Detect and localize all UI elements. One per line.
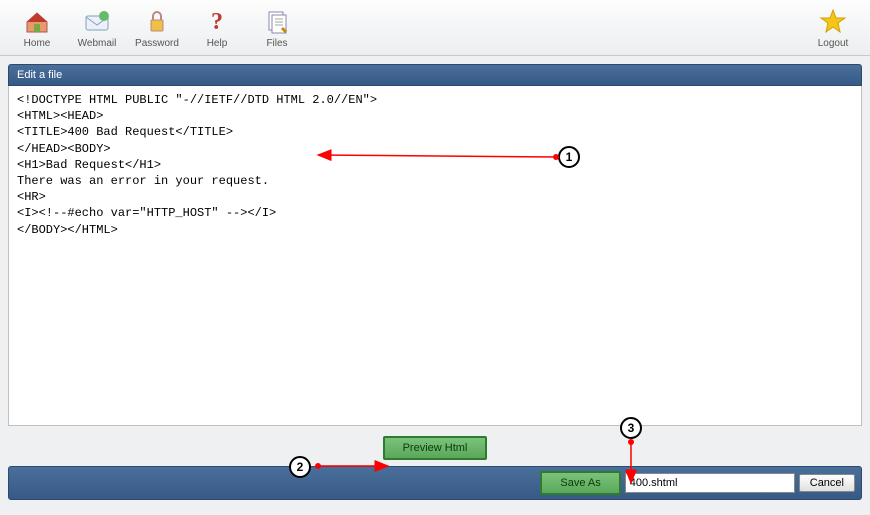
save-as-button[interactable]: Save As: [540, 471, 620, 495]
help-button[interactable]: ? Help: [188, 6, 246, 49]
preview-row: Preview Html: [8, 426, 862, 466]
files-icon: [263, 6, 291, 36]
password-button[interactable]: Password: [128, 6, 186, 49]
main-container: Edit a file Preview Html Save As Cancel: [0, 56, 870, 508]
file-editor-textarea[interactable]: [9, 86, 861, 425]
home-icon: [23, 6, 51, 36]
logout-button[interactable]: Logout: [804, 6, 862, 49]
logout-label: Logout: [818, 38, 849, 49]
files-button[interactable]: Files: [248, 6, 306, 49]
lock-icon: [143, 6, 171, 36]
filename-input[interactable]: [625, 473, 795, 493]
mail-icon: [83, 6, 111, 36]
home-label: Home: [24, 38, 51, 49]
webmail-label: Webmail: [78, 38, 117, 49]
editor-area: [8, 86, 862, 426]
star-icon: [819, 6, 847, 36]
cancel-button[interactable]: Cancel: [799, 474, 855, 492]
help-icon: ?: [203, 6, 231, 36]
files-label: Files: [266, 38, 287, 49]
password-label: Password: [135, 38, 179, 49]
top-toolbar: Home Webmail Password ? Help Files: [0, 0, 870, 56]
webmail-button[interactable]: Webmail: [68, 6, 126, 49]
bottom-bar: Save As Cancel: [8, 466, 862, 500]
home-button[interactable]: Home: [8, 6, 66, 49]
help-label: Help: [207, 38, 228, 49]
svg-text:?: ?: [211, 9, 223, 35]
panel-title: Edit a file: [8, 64, 862, 86]
preview-html-button[interactable]: Preview Html: [383, 436, 488, 460]
